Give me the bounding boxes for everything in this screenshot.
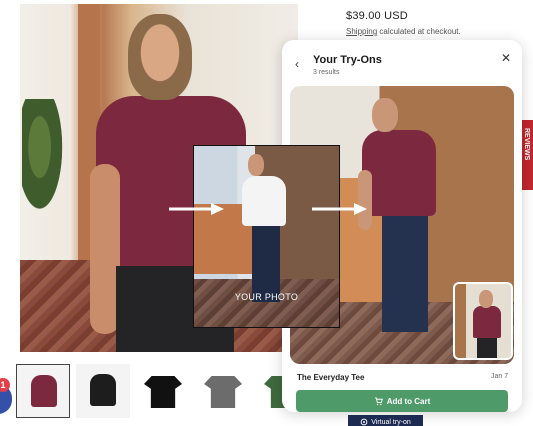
thumbnail-maroon-tee-model[interactable] <box>16 364 70 418</box>
inset-tee <box>473 306 501 338</box>
reviews-side-tab[interactable]: REVIEWS <box>522 120 533 190</box>
plant-decor <box>22 99 66 219</box>
shipping-note: Shipping calculated at checkout. <box>346 27 461 36</box>
result-jeans <box>382 214 428 332</box>
add-to-cart-label: Add to Cart <box>386 396 431 406</box>
thumbnail-black-tee-flat[interactable] <box>136 364 190 418</box>
user-white-tee <box>242 176 286 226</box>
arrow-right-icon <box>169 203 224 215</box>
result-arm <box>358 170 372 230</box>
virtual-tryon-button[interactable]: Virtual try-on <box>348 415 423 426</box>
tryon-item-name: The Everyday Tee <box>297 373 365 382</box>
add-to-cart-button[interactable]: Add to Cart <box>296 390 508 412</box>
user-head <box>248 154 264 176</box>
thumb-shirt <box>90 374 116 406</box>
reviews-tab-label: REVIEWS <box>523 128 530 161</box>
panel-title: Your Try-Ons <box>313 54 382 66</box>
results-count: 3 results <box>313 69 340 76</box>
cart-icon <box>374 396 383 405</box>
shipping-link[interactable]: Shipping <box>346 27 377 36</box>
close-icon[interactable]: ✕ <box>501 51 511 65</box>
product-reference-inset[interactable] <box>453 282 513 360</box>
user-photo: YOUR PHOTO <box>193 145 340 328</box>
thumbnail-strip <box>16 364 310 418</box>
result-tee <box>362 130 436 216</box>
inset-head <box>479 290 493 308</box>
thumb-shirt <box>31 375 57 407</box>
inset-pants <box>477 336 497 358</box>
tryon-item-date: Jan 7 <box>491 373 509 380</box>
result-head <box>372 98 398 132</box>
thumb-shirt <box>204 376 242 408</box>
arrow-right-icon <box>312 203 367 215</box>
product-price: $39.00 USD <box>346 10 408 22</box>
thumbnail-gray-tee-flat[interactable] <box>196 364 250 418</box>
shipping-text: calculated at checkout. <box>377 27 461 36</box>
model-head <box>128 14 192 100</box>
camera-icon <box>360 418 368 426</box>
virtual-tryon-label: Virtual try-on <box>371 418 411 426</box>
user-jeans <box>252 224 280 302</box>
thumbnail-black-tee-model[interactable] <box>76 364 130 418</box>
your-photo-label: YOUR PHOTO <box>234 292 299 302</box>
chevron-left-icon[interactable]: ‹ <box>295 57 299 71</box>
thumb-shirt <box>144 376 182 408</box>
